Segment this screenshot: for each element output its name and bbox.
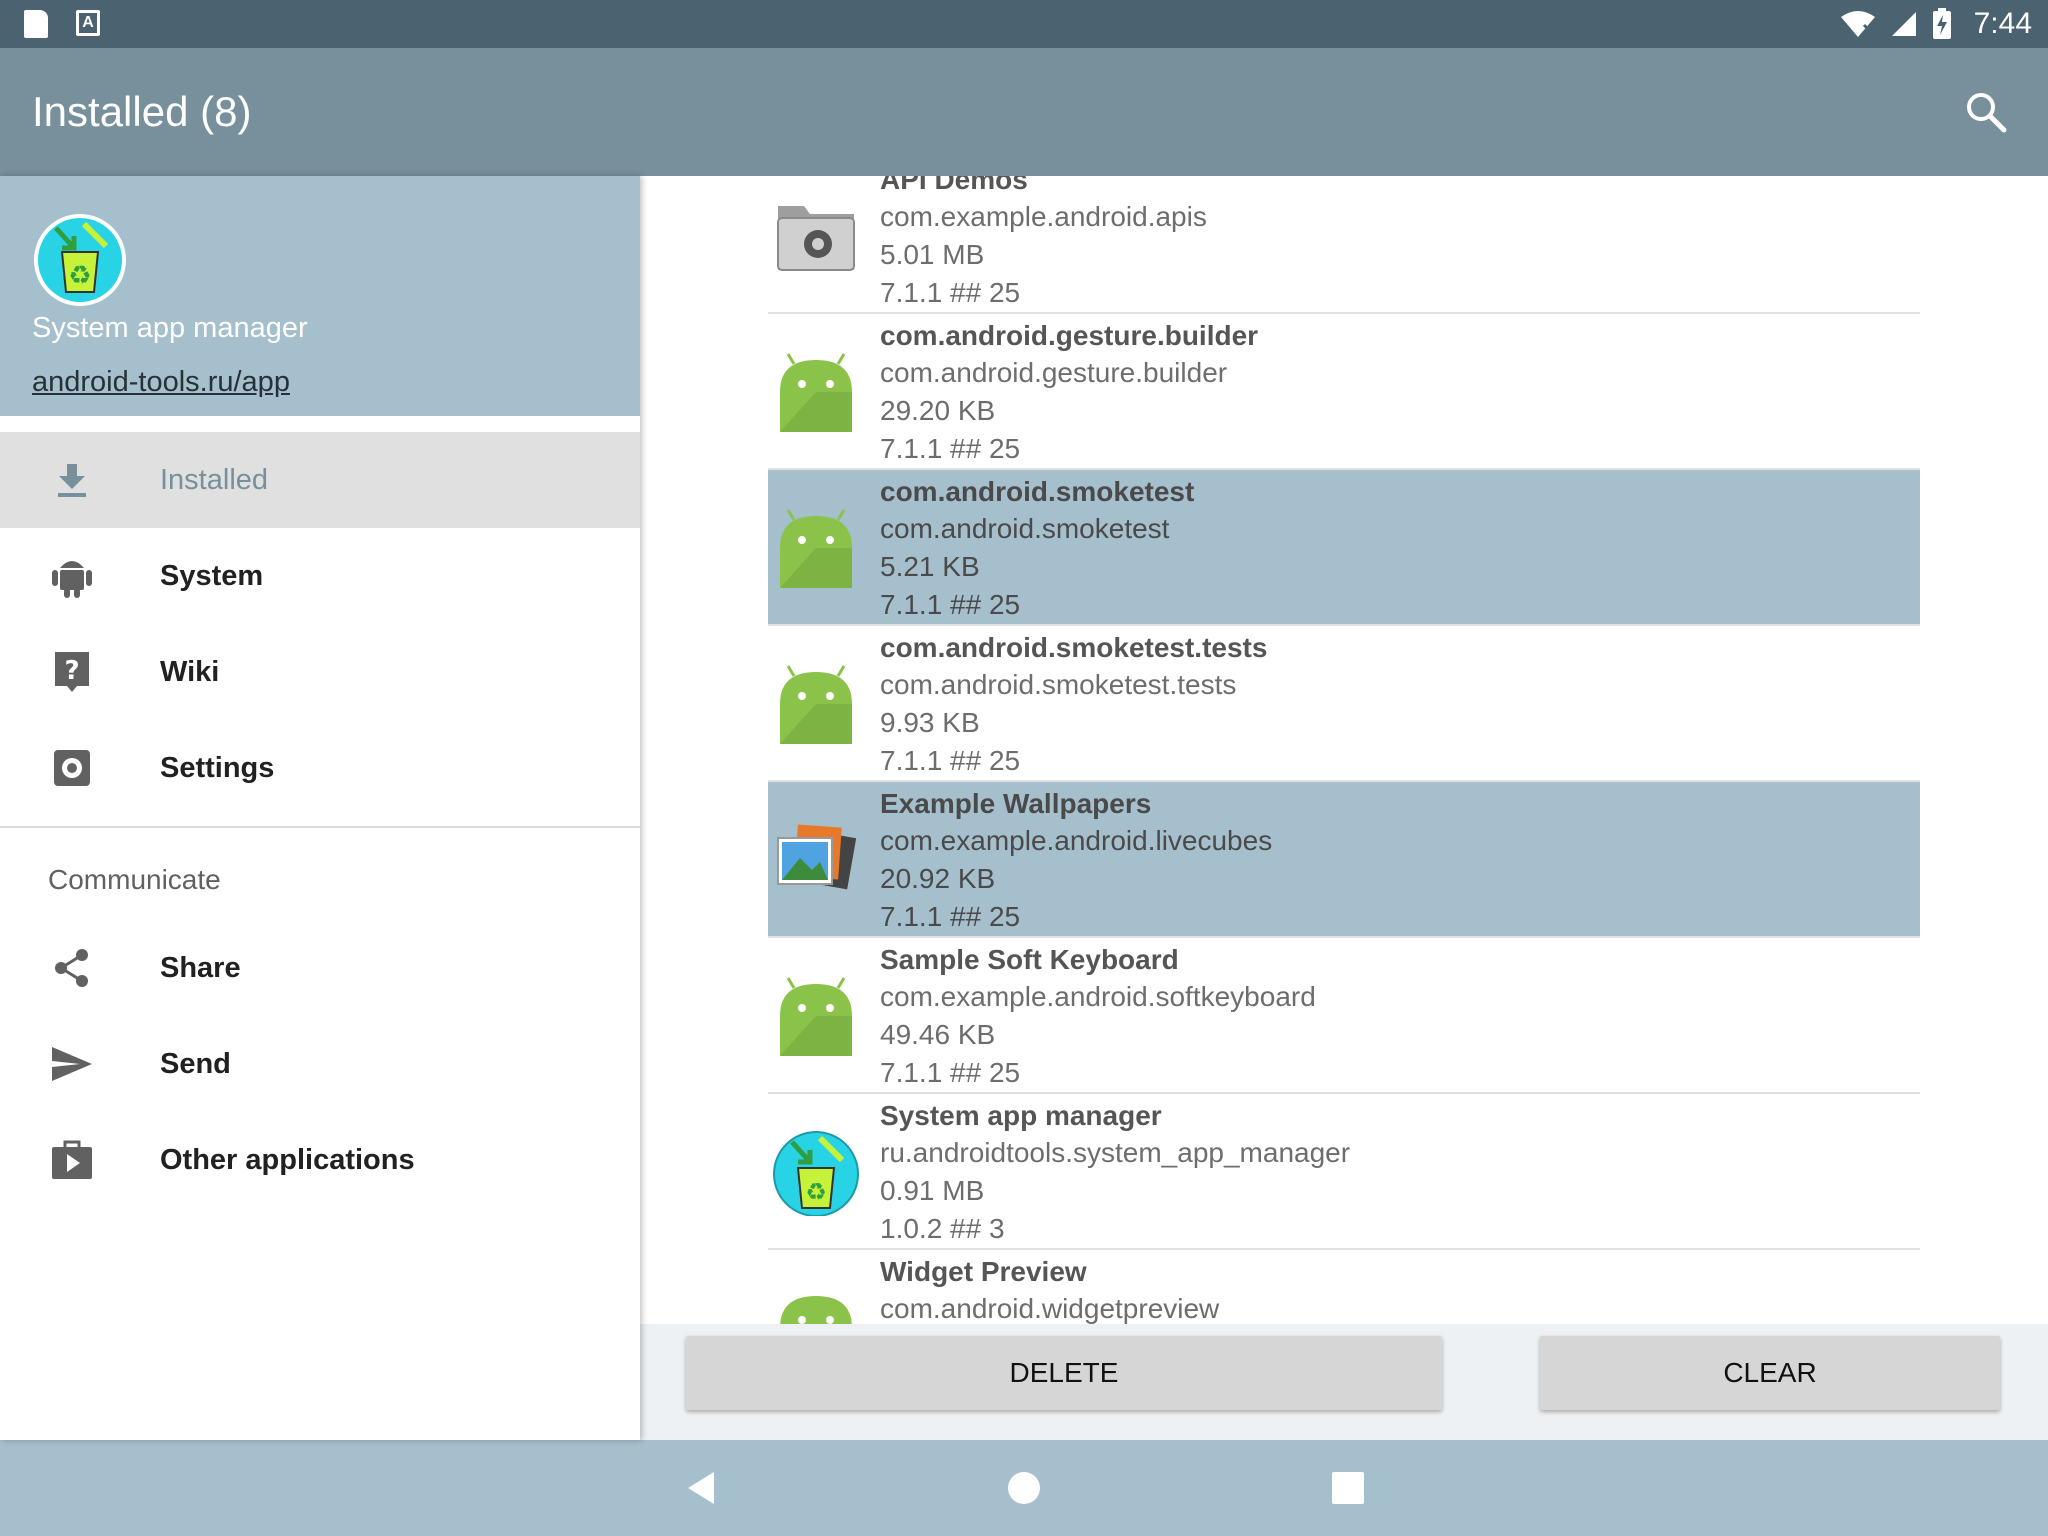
home-icon[interactable] bbox=[1004, 1468, 1044, 1508]
section-title: Communicate bbox=[48, 864, 221, 895]
nav-item-label: System bbox=[160, 559, 264, 592]
app-size: 20.92 KB bbox=[880, 863, 996, 894]
app-package: com.example.android.apis bbox=[880, 201, 1207, 232]
app-package: com.example.android.livecubes bbox=[880, 825, 1273, 856]
share-icon bbox=[50, 946, 94, 990]
app-version: 7.1.1 ## 25 bbox=[880, 1057, 1021, 1088]
android-robot-icon bbox=[780, 509, 852, 588]
svg-text:♻: ♻ bbox=[68, 261, 91, 291]
gear-icon bbox=[50, 746, 94, 790]
app-list: API Demos com.example.android.apis 5.01 … bbox=[768, 176, 1920, 1324]
list-item[interactable]: Widget Preview com.android.widgetpreview bbox=[768, 1250, 1920, 1324]
drawer-header: ♻ System app manager android-tools.ru/ap… bbox=[0, 176, 640, 416]
list-item[interactable]: com.android.smoketest.tests com.android.… bbox=[768, 626, 1920, 782]
app-version: 7.1.1 ## 25 bbox=[880, 745, 1021, 776]
send-icon bbox=[50, 1042, 94, 1086]
battery-icon bbox=[1932, 8, 1951, 39]
list-item[interactable]: Sample Soft Keyboard com.example.android… bbox=[768, 938, 1920, 1094]
svg-text:♻: ♻ bbox=[805, 1178, 827, 1206]
search-icon[interactable] bbox=[1964, 90, 2008, 134]
app-name: System app manager bbox=[880, 1100, 1162, 1131]
app-package: com.android.smoketest bbox=[880, 513, 1170, 544]
nav-item-label: Share bbox=[160, 951, 241, 984]
app-version: 7.1.1 ## 25 bbox=[880, 277, 1021, 308]
status-bar: A 7:44 bbox=[0, 0, 2048, 48]
nav-item-share[interactable]: Share bbox=[0, 920, 640, 1016]
keyboard-icon: A bbox=[76, 10, 100, 36]
wallpaper-icon bbox=[777, 824, 857, 890]
back-icon[interactable] bbox=[682, 1468, 722, 1508]
app-name: com.android.smoketest bbox=[880, 476, 1195, 507]
app-size: 5.21 KB bbox=[880, 551, 980, 582]
nav-item-system[interactable]: System bbox=[0, 528, 640, 624]
app-size: 29.20 KB bbox=[880, 395, 996, 426]
sd-card-icon bbox=[24, 10, 48, 38]
app-size: 49.46 KB bbox=[880, 1019, 996, 1050]
app-size: 5.01 MB bbox=[880, 239, 985, 270]
list-item[interactable]: API Demos com.example.android.apis 5.01 … bbox=[768, 176, 1920, 314]
app-package: ru.androidtools.system_app_manager bbox=[880, 1137, 1351, 1168]
nav-item-label: Installed bbox=[160, 463, 269, 496]
app-name: API Demos bbox=[880, 176, 1028, 195]
android-robot-icon bbox=[780, 977, 852, 1056]
website-link[interactable]: android-tools.ru/app bbox=[32, 366, 290, 399]
app-version: 1.0.2 ## 3 bbox=[880, 1213, 1005, 1244]
app-package: com.android.smoketest.tests bbox=[880, 669, 1237, 700]
android-robot-icon bbox=[780, 1296, 852, 1324]
app-size: 0.91 MB bbox=[880, 1175, 985, 1206]
app-package: com.android.widgetpreview bbox=[880, 1293, 1220, 1324]
list-item[interactable]: com.android.gesture.builder com.android.… bbox=[768, 314, 1920, 470]
clear-button[interactable]: CLEAR bbox=[1540, 1336, 2000, 1410]
navigation-drawer: ♻ System app manager android-tools.ru/ap… bbox=[0, 176, 640, 1440]
recents-icon[interactable] bbox=[1328, 1468, 1368, 1508]
app-name: Widget Preview bbox=[880, 1256, 1087, 1287]
app-version: 7.1.1 ## 25 bbox=[880, 901, 1021, 932]
app-list-panel: API Demos com.example.android.apis 5.01 … bbox=[640, 176, 2048, 1324]
app-name: com.android.gesture.builder bbox=[880, 320, 1259, 351]
nav-item-label: Other applications bbox=[160, 1143, 415, 1176]
delete-button[interactable]: DELETE bbox=[686, 1336, 1442, 1410]
wifi-icon bbox=[1840, 11, 1875, 37]
app-package: com.android.gesture.builder bbox=[880, 357, 1228, 388]
app-bar: Installed (8) bbox=[0, 48, 2048, 176]
drawer-divider bbox=[0, 826, 640, 828]
nav-item-label: Wiki bbox=[160, 655, 220, 688]
app-package: com.example.android.softkeyboard bbox=[880, 981, 1316, 1012]
list-item[interactable]: com.android.smoketest com.android.smoket… bbox=[768, 470, 1920, 626]
app-logo-icon: ♻ bbox=[34, 214, 126, 306]
list-item[interactable]: ♻ System app manager ru.androidtools.sys… bbox=[768, 1094, 1920, 1250]
page-title: Installed (8) bbox=[32, 88, 252, 135]
app-name: Sample Soft Keyboard bbox=[880, 944, 1179, 975]
android-robot-icon bbox=[780, 353, 852, 432]
android-robot-icon bbox=[780, 665, 852, 744]
nav-item-label: Send bbox=[160, 1047, 231, 1080]
drawer-app-name: System app manager bbox=[32, 312, 308, 344]
app-name: Example Wallpapers bbox=[880, 788, 1152, 819]
system-navigation-bar bbox=[0, 1440, 2048, 1536]
nav-item-settings[interactable]: Settings bbox=[0, 720, 640, 816]
app-size: 9.93 KB bbox=[880, 707, 980, 738]
app-version: 7.1.1 ## 25 bbox=[880, 433, 1021, 464]
nav-item-other-applications[interactable]: Other applications bbox=[0, 1112, 640, 1208]
list-item[interactable]: Example Wallpapers com.example.android.l… bbox=[768, 782, 1920, 938]
svg-text:?: ? bbox=[64, 656, 79, 686]
nav-item-wiki[interactable]: ? Wiki bbox=[0, 624, 640, 720]
app-version: 7.1.1 ## 25 bbox=[880, 589, 1021, 620]
help-icon: ? bbox=[50, 650, 94, 694]
recycle-bin-icon: ♻ bbox=[773, 1131, 859, 1216]
download-icon bbox=[50, 458, 94, 502]
nav-item-label: Settings bbox=[160, 751, 275, 784]
action-bar: DELETE CLEAR bbox=[640, 1324, 2048, 1440]
play-store-icon bbox=[50, 1138, 94, 1182]
app-name: com.android.smoketest.tests bbox=[880, 632, 1268, 663]
folder-gear-icon bbox=[777, 206, 855, 271]
nav-item-installed[interactable]: Installed bbox=[0, 432, 640, 528]
signal-icon bbox=[1891, 12, 1916, 36]
android-icon bbox=[50, 554, 94, 598]
clock: 7:44 bbox=[1973, 7, 2032, 40]
nav-item-send[interactable]: Send bbox=[0, 1016, 640, 1112]
